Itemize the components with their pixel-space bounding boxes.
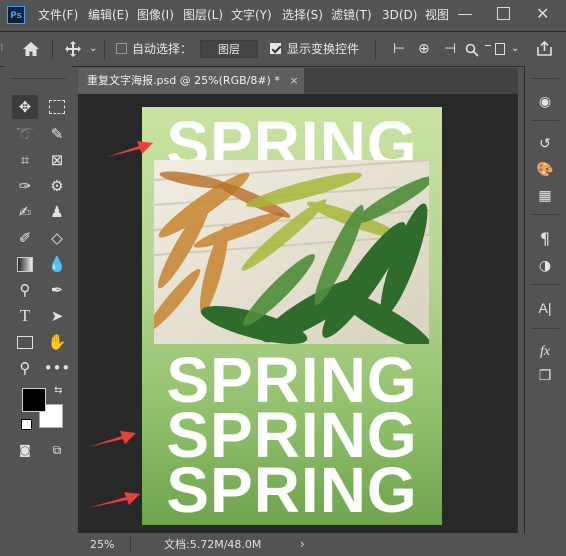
move-tool-icon[interactable]: ✥ xyxy=(12,95,38,119)
chevron-down-icon[interactable]: ⌄ xyxy=(89,32,97,66)
home-icon[interactable] xyxy=(22,40,40,58)
divider xyxy=(375,39,376,59)
menu-bar: Ps 文件(F) 编辑(E) 图像(I) 图层(L) 文字(Y) 选择(S) 滤… xyxy=(0,0,566,32)
eyedropper-tool-icon[interactable]: ✑ xyxy=(12,174,38,198)
share-icon[interactable] xyxy=(536,40,553,57)
color-panel-icon[interactable]: ◉ xyxy=(533,91,557,113)
search-icon[interactable] xyxy=(465,43,479,57)
foreground-color-swatch[interactable] xyxy=(22,388,46,412)
paragraph-panel-icon[interactable]: ¶ xyxy=(533,227,557,249)
brush-tool-icon[interactable]: ✍ xyxy=(12,200,38,224)
menu-layer[interactable]: 图层(L) xyxy=(183,0,223,31)
auto-select-checkbox[interactable] xyxy=(116,43,127,54)
frame-icon[interactable] xyxy=(495,43,505,55)
chevron-down-icon[interactable]: ⌄ xyxy=(511,32,519,66)
divider xyxy=(531,284,559,285)
lasso-tool-icon[interactable]: ➰ xyxy=(12,122,38,146)
type-tool-icon[interactable]: T xyxy=(12,304,38,328)
divider xyxy=(531,214,559,215)
auto-select-label: 自动选择： xyxy=(132,42,193,56)
marquee-tool-icon[interactable] xyxy=(44,95,70,119)
divider xyxy=(485,45,491,46)
rectangle-tool-icon[interactable] xyxy=(12,330,38,354)
tools-panel: ✥ ➰ ✎ ⌗ ⊠ ✑ ⚙ ✍ ♟ ✐ ◇ 💧 ⚲ ✒ T ➤ ✋ ⚲ ••• … xyxy=(4,66,72,533)
dropdown-value: 图层 xyxy=(218,43,240,56)
frame-tool-icon[interactable]: ⊠ xyxy=(44,148,70,172)
annotation-arrow-icon xyxy=(107,141,153,157)
align-left-icon[interactable]: ⊢ xyxy=(393,32,405,66)
divider xyxy=(130,536,131,552)
swatches-panel-icon[interactable]: 🎨 xyxy=(533,159,557,181)
restore-icon[interactable] xyxy=(497,7,510,20)
history-brush-tool-icon[interactable]: ✐ xyxy=(12,226,38,250)
poster-canvas[interactable]: SPRING SPRING SPRING SPRING xyxy=(142,107,442,525)
healing-brush-tool-icon[interactable]: ⚙ xyxy=(44,174,70,198)
divider xyxy=(531,328,559,329)
clone-stamp-tool-icon[interactable]: ♟ xyxy=(44,200,70,224)
document-tab-title: 重复文字海报.psd @ 25%(RGB/8#) * xyxy=(87,74,280,87)
annotation-arrow-icon xyxy=(88,431,136,447)
close-window-icon[interactable]: ✕ xyxy=(536,4,549,23)
align-center-icon[interactable]: ⊕ xyxy=(418,32,430,66)
menu-file[interactable]: 文件(F) xyxy=(38,0,78,31)
divider xyxy=(10,78,66,79)
styles-panel-icon[interactable]: fx xyxy=(533,341,557,363)
dodge-tool-icon[interactable]: ⚲ xyxy=(12,278,38,302)
more-tools-icon[interactable]: ••• xyxy=(44,356,71,380)
history-panel-icon[interactable]: ↺ xyxy=(533,133,557,155)
divider xyxy=(52,39,53,59)
eraser-tool-icon[interactable]: ◇ xyxy=(44,226,70,250)
photoshop-logo-icon[interactable]: Ps xyxy=(7,6,25,24)
menu-type[interactable]: 文字(Y) xyxy=(231,0,272,31)
move-tool-icon[interactable] xyxy=(64,40,82,58)
layers-panel-icon[interactable]: ❐ xyxy=(533,365,557,387)
menu-3d[interactable]: 3D(D) xyxy=(382,0,417,31)
gradient-tool-icon[interactable] xyxy=(12,252,38,276)
divider xyxy=(531,78,559,79)
document-tab[interactable]: 重复文字海报.psd @ 25%(RGB/8#) * × xyxy=(78,68,304,94)
annotation-arrow-icon xyxy=(88,492,140,508)
options-grip-icon: ⁞ xyxy=(0,41,4,54)
zoom-tool-icon[interactable]: ⚲ xyxy=(12,356,38,380)
hand-tool-icon[interactable]: ✋ xyxy=(44,330,70,354)
path-selection-tool-icon[interactable]: ➤ xyxy=(44,304,70,328)
quick-select-tool-icon[interactable]: ✎ xyxy=(44,122,70,146)
menu-filter[interactable]: 滤镜(T) xyxy=(331,0,372,31)
zoom-level[interactable]: 25% xyxy=(90,534,114,555)
pen-tool-icon[interactable]: ✒ xyxy=(44,278,70,302)
close-tab-icon[interactable]: × xyxy=(289,74,298,87)
options-bar: ⁞ ⌄ 自动选择： 图层 显示变换控件 ⊢ ⊕ ⊣ ⌄ xyxy=(0,32,566,67)
divider xyxy=(531,120,559,121)
quick-mask-icon[interactable]: ◙ xyxy=(12,438,38,462)
status-menu-arrow-icon[interactable]: › xyxy=(300,534,305,555)
poster-text-row-4: SPRING xyxy=(166,454,418,525)
crop-tool-icon[interactable]: ⌗ xyxy=(12,148,38,172)
menu-image[interactable]: 图像(I) xyxy=(137,0,174,31)
document-size: 文档:5.72M/48.0M xyxy=(164,538,262,551)
align-right-icon[interactable]: ⊣ xyxy=(444,32,456,66)
blur-tool-icon[interactable]: 💧 xyxy=(44,252,70,276)
show-transform-label: 显示变换控件 xyxy=(287,42,360,56)
palm-leaves-photo xyxy=(154,160,429,344)
auto-select-dropdown[interactable]: 图层 xyxy=(200,40,258,58)
screen-mode-icon[interactable]: ⧉ xyxy=(44,438,70,462)
panel-dock: ◉ ↺ 🎨 ▦ ¶ ◑ A| fx ❐ xyxy=(524,66,566,533)
swap-colors-icon[interactable]: ⇆ xyxy=(54,385,62,396)
adjustments-panel-icon[interactable]: ◑ xyxy=(533,255,557,277)
menu-edit[interactable]: 编辑(E) xyxy=(88,0,129,31)
minimize-icon[interactable] xyxy=(458,14,472,15)
character-panel-icon[interactable]: A| xyxy=(533,297,557,319)
default-colors-icon[interactable] xyxy=(21,419,32,430)
divider xyxy=(104,39,105,59)
menu-view[interactable]: 视图 xyxy=(425,0,449,31)
grid-panel-icon[interactable]: ▦ xyxy=(533,185,557,207)
status-bar: 25% 文档:5.72M/48.0M › xyxy=(78,532,518,556)
menu-select[interactable]: 选择(S) xyxy=(282,0,323,31)
show-transform-checkbox[interactable] xyxy=(270,43,281,54)
